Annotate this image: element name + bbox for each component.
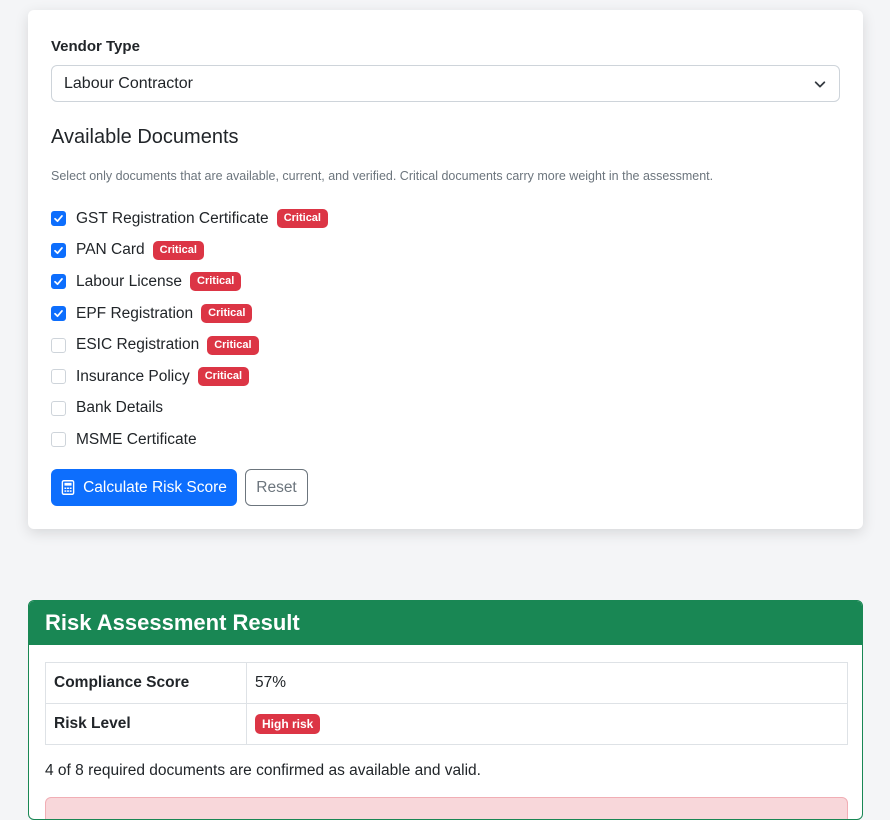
vendor-type-value: Labour Contractor: [64, 74, 193, 92]
document-label: PAN Card: [76, 241, 145, 259]
document-item-gst[interactable]: GST Registration Certificate Critical: [51, 203, 328, 235]
documents-help-text: Select only documents that are available…: [51, 169, 714, 183]
document-checkbox[interactable]: [51, 337, 66, 353]
document-label: EPF Registration: [76, 304, 194, 322]
risk-result-table: Compliance Score 57% Risk Level High ris…: [45, 662, 848, 745]
result-summary-text: 4 of 8 required documents are confirmed …: [45, 762, 481, 779]
check-icon: [54, 278, 63, 286]
reset-button[interactable]: Reset: [245, 469, 308, 506]
document-label: ESIC Registration: [76, 336, 200, 354]
document-item-esic[interactable]: ESIC Registration Critical: [51, 329, 328, 361]
critical-badge: Critical: [152, 240, 204, 260]
chevron-down-icon: [814, 80, 826, 87]
critical-badge: Critical: [207, 335, 259, 355]
vendor-type-select[interactable]: Labour Contractor: [51, 65, 840, 102]
table-row: Compliance Score 57%: [45, 662, 848, 704]
document-item-epf[interactable]: EPF Registration Critical: [51, 298, 328, 330]
compliance-score-value: 57%: [246, 662, 848, 704]
vendor-type-label: Vendor Type: [51, 38, 140, 55]
document-label: GST Registration Certificate: [76, 209, 269, 227]
document-item-pan[interactable]: PAN Card Critical: [51, 235, 328, 267]
table-row: Risk Level High risk: [45, 703, 848, 745]
critical-badge: Critical: [276, 209, 328, 229]
critical-badge: Critical: [197, 367, 250, 387]
document-item-msme[interactable]: MSME Certificate: [51, 424, 328, 456]
check-icon: [54, 215, 63, 223]
critical-badge: Critical: [190, 272, 242, 292]
compliance-score-label: Compliance Score: [45, 662, 247, 704]
calculate-button-label: Calculate Risk Score: [83, 478, 227, 496]
check-icon: [54, 310, 63, 318]
document-label: Insurance Policy: [76, 367, 190, 385]
document-checkbox[interactable]: [51, 211, 66, 227]
document-item-insurance[interactable]: Insurance Policy Critical: [51, 361, 328, 393]
calculate-risk-score-button[interactable]: Calculate Risk Score: [51, 469, 237, 506]
document-label: MSME Certificate: [76, 430, 197, 448]
document-checkbox[interactable]: [51, 432, 66, 448]
risk-level-badge: High risk: [255, 714, 321, 734]
document-label: Bank Details: [76, 399, 164, 417]
risk-level-cell: High risk: [246, 703, 848, 745]
document-checkbox[interactable]: [51, 274, 66, 290]
risk-level-label: Risk Level: [45, 703, 247, 745]
check-icon: [54, 246, 63, 254]
risk-result-title: Risk Assessment Result: [29, 601, 862, 645]
document-checkbox[interactable]: [51, 400, 66, 416]
document-checklist: GST Registration Certificate Critical PA…: [51, 203, 328, 456]
critical-badge: Critical: [201, 304, 253, 324]
document-item-bank-details[interactable]: Bank Details: [51, 393, 328, 425]
risk-result-card: Risk Assessment Result Compliance Score …: [28, 600, 863, 820]
document-checkbox[interactable]: [51, 369, 66, 385]
risk-alert: [45, 797, 848, 819]
document-checkbox[interactable]: [51, 242, 66, 258]
calculator-icon: [61, 480, 75, 495]
document-label: Labour License: [76, 272, 182, 290]
document-item-labour-license[interactable]: Labour License Critical: [51, 266, 328, 298]
document-checkbox[interactable]: [51, 306, 66, 322]
vendor-form-card: Vendor Type Labour Contractor Available …: [28, 10, 863, 529]
available-documents-heading: Available Documents: [51, 126, 239, 148]
